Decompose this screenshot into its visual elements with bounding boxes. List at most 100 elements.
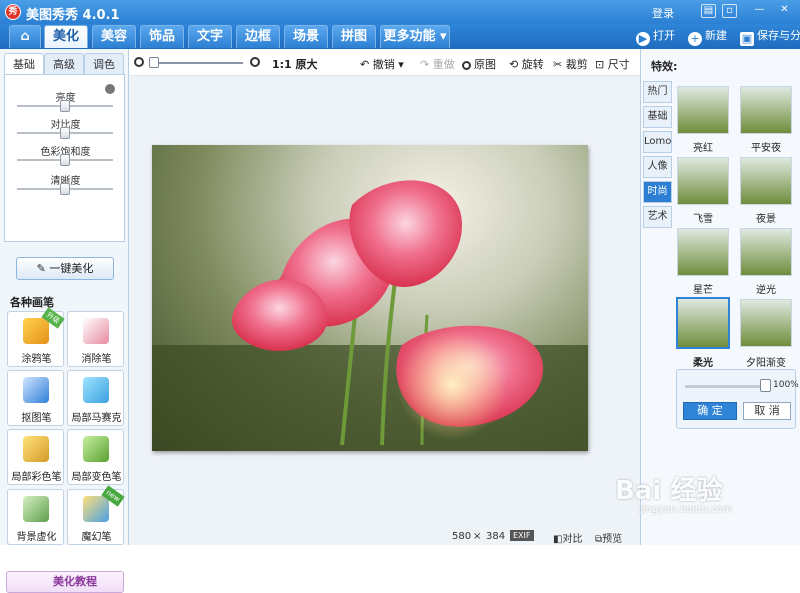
flower-photo <box>152 180 588 451</box>
effect-thumb-7[interactable] <box>740 299 792 347</box>
color-bucket-icon <box>83 436 109 462</box>
photo-canvas[interactable] <box>152 145 588 451</box>
effect-thumb-3[interactable] <box>740 157 792 205</box>
tutorial-button[interactable]: 美化教程 <box>6 571 124 593</box>
new-button[interactable]: + 新建 <box>688 28 727 46</box>
save-share-button[interactable]: ▣保存与分享 <box>740 28 800 46</box>
tab-advanced[interactable]: 高级 <box>44 53 84 75</box>
one-key-beautify-button[interactable]: ✎ 一键美化 <box>16 257 114 280</box>
tab-hot[interactable]: 热门 <box>643 81 672 103</box>
tab-beauty[interactable]: 美容 <box>92 25 136 48</box>
tab-frames[interactable]: 边框 <box>236 25 280 48</box>
tab-basic[interactable]: 基础 <box>4 53 44 75</box>
contrast-slider[interactable] <box>17 127 113 139</box>
effect-thumb-1[interactable] <box>740 86 792 134</box>
tab-scenes[interactable]: 场景 <box>284 25 328 48</box>
minimize-icon[interactable]: — <box>752 4 767 18</box>
local-recolor-brush-tool[interactable]: 局部变色笔 <box>67 429 124 485</box>
mosaic-brush-tool[interactable]: 局部马赛克 <box>67 370 124 426</box>
exif-button[interactable]: EXIF <box>510 530 534 541</box>
magic-brush-icon <box>83 496 109 522</box>
close-icon[interactable]: ✕ <box>777 4 792 18</box>
intensity-box: 100% 确 定 取 消 <box>676 369 799 429</box>
actual-size-button[interactable]: 1:1 原大 <box>272 56 318 72</box>
preview-button[interactable]: ⧉预览 <box>595 530 622 545</box>
status-bar: 580 × 384 EXIF ◧对比 ⧉预览 <box>129 527 640 545</box>
open-button[interactable]: ▶ 打开 <box>636 28 675 46</box>
undo-button[interactable]: ↶ 撤销 ▾ <box>360 56 404 72</box>
cutout-brush-tool[interactable]: 抠图笔 <box>7 370 64 426</box>
eraser-brush-tool[interactable]: 消除笔 <box>67 311 124 367</box>
scissors-icon: ✂ <box>553 58 566 71</box>
saturation-slider[interactable] <box>17 154 113 166</box>
tab-accessories[interactable]: 饰品 <box>140 25 184 48</box>
zoom-in-icon[interactable] <box>250 55 263 68</box>
redo-icon: ↷ <box>420 58 433 71</box>
pencil-icon <box>23 318 49 344</box>
effect-thumb-4[interactable] <box>677 228 729 276</box>
tab-beautify[interactable]: 美化 <box>44 25 88 48</box>
resize-icon: ⊡ <box>595 58 608 71</box>
intensity-knob[interactable] <box>760 379 771 392</box>
effect-thumb-6[interactable] <box>676 297 730 349</box>
tab-basic-effects[interactable]: 基础 <box>643 106 672 128</box>
mosaic-icon <box>83 377 109 403</box>
app-logo-icon: 秀 <box>5 4 21 20</box>
intensity-percent: 100% <box>773 380 799 390</box>
saturation-knob[interactable] <box>60 154 70 166</box>
doodle-brush-tool[interactable]: 升级 涂鸦笔 <box>7 307 65 367</box>
cutout-icon <box>23 377 49 403</box>
contrast-knob[interactable] <box>60 127 70 139</box>
resize-button[interactable]: ⊡ 尺寸 <box>595 56 630 72</box>
times-sign: × <box>473 531 482 542</box>
image-width: 580 <box>452 531 472 542</box>
watermark-url: jingyan.baidu.com <box>640 504 733 515</box>
tab-portrait[interactable]: 人像 <box>643 156 672 178</box>
compare-button[interactable]: ◧对比 <box>553 530 582 545</box>
new-icon: + <box>688 32 702 46</box>
tab-text[interactable]: 文字 <box>188 25 232 48</box>
cancel-button[interactable]: 取 消 <box>743 402 791 420</box>
left-panel: 基础 高级 调色 亮度 对比度 色彩饱和度 清晰度 ✎ 一键美化 各种画笔 升级… <box>0 49 129 593</box>
tab-fashion[interactable]: 时尚 <box>643 181 672 203</box>
redo-button[interactable]: ↷ 重做 <box>420 56 455 72</box>
edit-toolbar: 1:1 原大 ↶ 撤销 ▾ ↷ 重做 原图 ⟲ 旋转 ✂ 裁剪 ⊡ 尺寸 <box>129 49 640 76</box>
chevron-down-icon: ▾ <box>394 58 404 71</box>
restore-icon[interactable]: ▫ <box>722 4 737 18</box>
zoom-knob[interactable] <box>149 57 159 68</box>
magic-brush-tool[interactable]: new 魔幻笔 <box>67 485 125 545</box>
home-icon: ⌂ <box>20 29 30 44</box>
brightness-knob[interactable] <box>60 100 70 112</box>
tab-collage[interactable]: 拼图 <box>332 25 376 48</box>
sharpness-knob[interactable] <box>60 183 70 195</box>
background-blur-tool[interactable]: 背景虚化 <box>7 489 64 545</box>
original-icon <box>462 61 471 70</box>
tab-art[interactable]: 艺术 <box>643 206 672 228</box>
confirm-button[interactable]: 确 定 <box>683 402 737 420</box>
local-color-brush-tool[interactable]: 局部彩色笔 <box>7 429 64 485</box>
undo-icon: ↶ <box>360 58 373 71</box>
brightness-slider[interactable] <box>17 100 113 112</box>
zoom-out-icon[interactable] <box>134 55 147 68</box>
rotate-button[interactable]: ⟲ 旋转 <box>509 56 544 72</box>
eraser-icon <box>83 318 109 344</box>
effect-thumb-0[interactable] <box>677 86 729 134</box>
app-title: 美图秀秀 4.0.1 <box>26 8 120 23</box>
zoom-slider[interactable] <box>151 62 243 64</box>
tab-more[interactable]: 更多功能 ▾ <box>380 25 450 48</box>
tab-lomo[interactable]: Lomo <box>643 131 672 153</box>
slider-panel: 亮度 对比度 色彩饱和度 清晰度 <box>4 74 125 242</box>
effect-thumb-2[interactable] <box>677 157 729 205</box>
effects-title: 特效: <box>651 60 678 73</box>
message-icon[interactable]: ▤ <box>701 4 716 18</box>
home-tab[interactable]: ⌂ <box>9 25 41 48</box>
effect-thumb-5[interactable] <box>740 228 792 276</box>
original-button[interactable]: 原图 <box>462 56 496 72</box>
intensity-slider[interactable] <box>685 385 767 388</box>
crop-button[interactable]: ✂ 裁剪 <box>553 56 588 72</box>
login-link[interactable]: 登录 <box>652 5 674 21</box>
tab-tone[interactable]: 调色 <box>84 53 124 75</box>
canvas-area: 1:1 原大 ↶ 撤销 ▾ ↷ 重做 原图 ⟲ 旋转 ✂ 裁剪 ⊡ 尺寸 580… <box>129 49 640 545</box>
magic-wand-icon: ✎ <box>36 262 50 275</box>
sharpness-slider[interactable] <box>17 183 113 195</box>
